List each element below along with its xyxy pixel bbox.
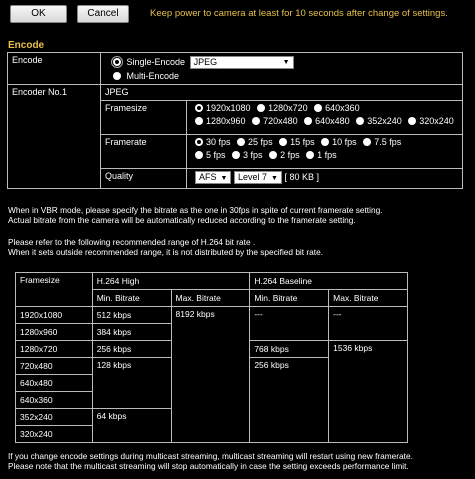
framerate-radio[interactable] [195,150,203,159]
framesize-column-header: Framesize [15,272,93,307]
framesize-option: 640x360 [325,102,360,113]
framerate-radio[interactable] [269,150,278,159]
high-min-cell: 512 kbps [91,306,172,324]
multi-encode-radio[interactable] [113,72,121,80]
encode-label: Encode [7,52,101,85]
framerate-option: 15 fps [290,136,315,147]
bitrate-range-note: Please refer to the following recommende… [8,237,323,258]
high-max-cell: 8192 kbps [170,306,251,443]
vbr-note: When in VBR mode, please specify the bit… [8,205,382,226]
framesize-label: Framesize [100,99,187,135]
baseline-min-cell: --- [249,306,330,341]
framerate-radio[interactable] [363,137,372,146]
power-warning: Keep power to camera at least for 10 sec… [150,8,448,19]
high-min-cell: 128 kbps [91,357,172,409]
baseline-max-header: Max. Bitrate [328,289,408,307]
vbr-note-line1: When in VBR mode, please specify the bit… [8,205,383,215]
baseline-max-cell: --- [328,306,408,341]
quality-mode-value: AFS [199,171,217,182]
framesize-option: 1280x960 [206,115,246,126]
framesize-radio[interactable] [195,116,203,125]
bitrate-range-note-line1: Please refer to the following recommende… [8,237,256,247]
multicast-note: If you change encode settings during mul… [8,451,413,472]
bitrate-range-table: Framesize H.264 High H.264 Baseline Min.… [15,272,408,443]
framesize-cell: 352x240 [15,408,93,426]
baseline-max-cell: 1536 kbps [328,340,408,443]
high-min-cell: 384 kbps [91,323,172,341]
framerate-radio[interactable] [232,150,241,159]
quality-size: [ 80 KB ] [284,171,319,182]
framesize-radio[interactable] [195,103,203,112]
baseline-min-cell: 768 kbps [249,340,330,358]
framesize-cell: 1280x720 [15,340,93,358]
framesize-cell: 720x480 [15,357,93,375]
framerate-option: 7.5 fps [374,136,402,147]
framesize-option: 352x240 [367,115,402,126]
framesize-option: 1280x720 [268,102,308,113]
framesize-cell: 1280x960 [15,323,93,341]
framesize-radio[interactable] [257,103,266,112]
framerate-label: Framerate [100,133,187,169]
multicast-note-line1: If you change encode settings during mul… [8,451,413,461]
framesize-option: 720x480 [263,115,298,126]
dropdown-arrow-icon: ▼ [220,174,228,182]
framesize-cell: 640x480 [15,374,93,392]
framesize-option: 320x240 [419,115,454,126]
framesize-option: 1920x1080 [206,102,251,113]
framerate-option: 30 fps [206,136,231,147]
framesize-cell: 320x240 [15,425,93,443]
framesize-radio[interactable] [356,116,365,125]
toolbar: OK Cancel Keep power to camera at least … [5,5,470,24]
framesize-radio[interactable] [304,116,313,125]
quality-level-select[interactable]: Level 7 ▼ [233,170,282,184]
framesize-option: 640x480 [315,115,350,126]
single-encode-format-value: JPEG [193,57,218,67]
encoder-format: JPEG [100,84,463,101]
framerate-option: 25 fps [248,136,273,147]
encoder-no1-label: Encoder No.1 [7,84,101,189]
vbr-note-line2: Actual bitrate from the camera will be a… [8,215,356,226]
framerate-option: 3 fps [243,149,263,160]
bitrate-range-note-line2: When it sets outside recommended range, … [8,247,323,258]
encode-settings-table: Encode Single-Encode JPEG ▼ Multi-Encode… [7,52,463,189]
ok-button[interactable]: OK [10,5,67,23]
framerate-radio[interactable] [195,137,203,146]
quality-mode-select[interactable]: AFS ▼ [195,170,232,184]
quality-label: Quality [100,167,187,189]
single-encode-radio[interactable] [111,55,123,68]
framerate-radio[interactable] [237,137,246,146]
h264-baseline-header: H.264 Baseline [249,272,408,290]
baseline-min-header: Min. Bitrate [249,289,330,307]
cancel-button[interactable]: Cancel [77,5,129,23]
single-encode-format-select[interactable]: JPEG ▼ [189,56,294,69]
high-min-header: Min. Bitrate [91,289,172,307]
framesize-radio[interactable] [252,116,261,125]
h264-high-header: H.264 High [91,272,251,290]
framerate-option: 1 fps [317,149,337,160]
high-min-cell: 64 kbps [91,408,172,443]
framerate-option: 2 fps [280,149,300,160]
framesize-cell: 1920x1080 [15,306,93,324]
encode-section-title: Encode [8,40,45,51]
framesize-radio[interactable] [408,116,417,125]
baseline-min-cell: 256 kbps [249,357,330,443]
framerate-option: 5 fps [206,149,226,160]
dropdown-arrow-icon: ▼ [271,174,278,182]
multi-encode-label: Multi-Encode [126,71,180,81]
framerate-radio[interactable] [321,137,330,146]
framerate-radio[interactable] [279,137,288,146]
framesize-radio[interactable] [314,103,323,112]
quality-level-value: Level 7 [237,171,267,182]
high-max-header: Max. Bitrate [170,289,251,307]
dropdown-arrow-icon: ▼ [282,59,290,66]
framerate-option: 10 fps [332,136,357,147]
framesize-cell: 640x360 [15,391,93,409]
single-encode-label: Single-Encode [126,56,186,67]
high-min-cell: 256 kbps [91,340,172,358]
framerate-radio[interactable] [306,150,315,159]
multicast-note-line2: Please note that the multicast streaming… [8,461,409,472]
